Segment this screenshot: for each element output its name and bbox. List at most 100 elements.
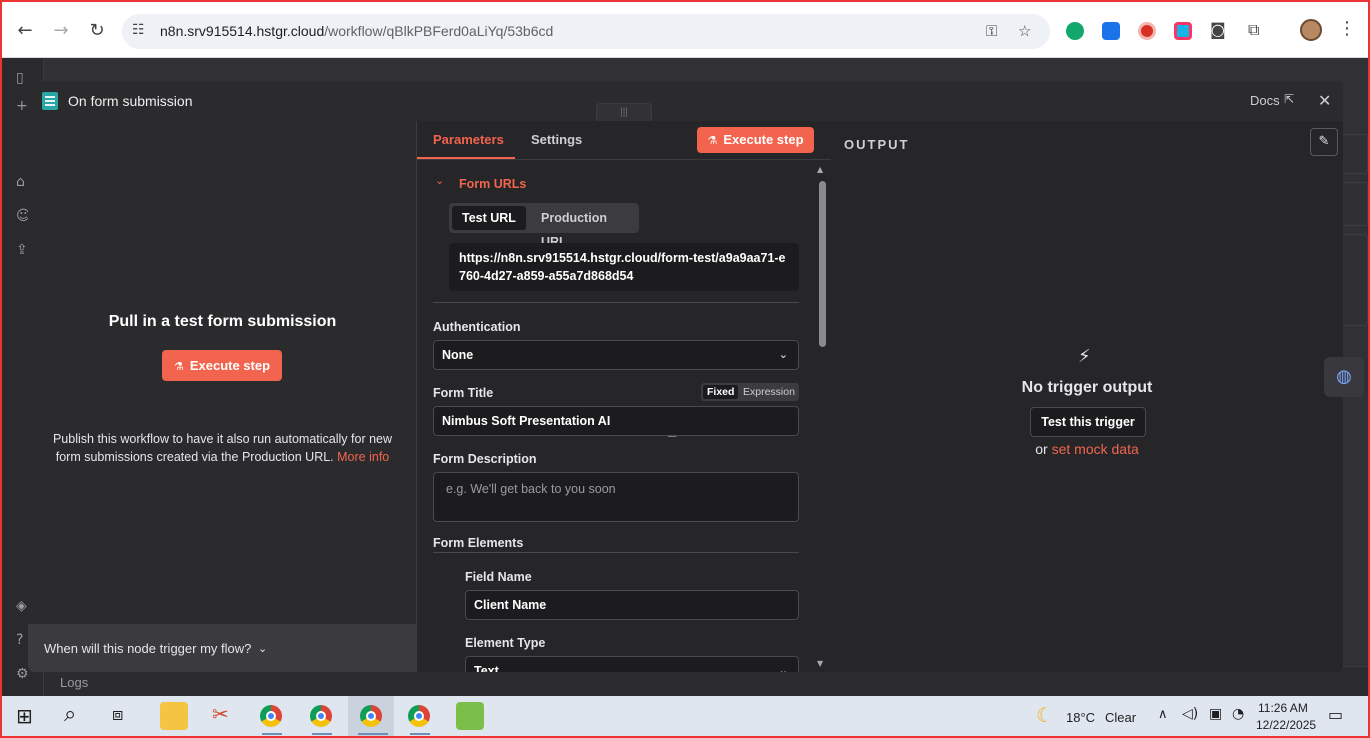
chrome-icon[interactable] — [408, 705, 430, 727]
set-mock-data-link[interactable]: set mock data — [1052, 441, 1139, 457]
extension-capture-icon[interactable] — [1174, 22, 1192, 40]
add-icon[interactable]: + — [16, 98, 28, 114]
network-icon[interactable]: ◔ — [1232, 706, 1244, 722]
app-icon[interactable]: ✂ — [212, 702, 229, 726]
drag-handle[interactable]: ||| — [596, 103, 652, 123]
browser-toolbar: ← → ↻ ☷ n8n.srv915514.hstgr.cloud/workfl… — [2, 2, 1368, 58]
file-explorer-icon[interactable] — [160, 702, 188, 730]
reload-icon[interactable]: ↻ — [86, 20, 108, 42]
templates-icon[interactable]: ◈ — [16, 598, 27, 614]
browser-menu-icon[interactable]: ⋮ — [1338, 18, 1356, 39]
active-tab-indicator — [417, 157, 515, 159]
url-type-toggle: Test URL Production URL — [449, 203, 639, 249]
test-trigger-button[interactable]: Test this trigger — [1030, 407, 1146, 437]
speaker-icon[interactable]: ◁) — [1182, 706, 1198, 722]
output-panel: OUTPUT ✎ ⚡ No trigger output Test this t… — [831, 121, 1343, 672]
field-name-input[interactable]: Client Name — [465, 590, 799, 620]
mode-fixed[interactable]: Fixed — [703, 385, 739, 399]
address-bar[interactable]: ☷ n8n.srv915514.hstgr.cloud/workflow/qBl… — [122, 14, 1050, 49]
input-heading: Pull in a test form submission — [108, 313, 337, 330]
field-name-value: Client Name — [474, 598, 547, 612]
background-panel — [1340, 234, 1368, 326]
parameters-panel: Parameters Settings ⚗ Execute step ▲ ▼ ⌄ … — [417, 121, 831, 672]
forward-icon[interactable]: → — [50, 20, 72, 42]
publish-hint: Publish this workflow to have it also ru… — [40, 430, 405, 466]
form-description-label: Form Description — [433, 452, 537, 466]
running-indicator — [358, 733, 388, 735]
authentication-select[interactable]: None ⌄ — [433, 340, 799, 370]
chrome-icon[interactable] — [260, 705, 282, 727]
chevron-down-icon[interactable]: ⌄ — [435, 174, 444, 187]
execute-step-button[interactable]: ⚗ Execute step — [162, 350, 282, 381]
input-panel: Pull in a test form submission ⚗ Execute … — [28, 121, 417, 672]
docs-link[interactable]: Docs — [1250, 93, 1280, 108]
camera-icon[interactable]: ◙ — [1210, 20, 1226, 39]
lightning-icon: ⚡ — [1078, 346, 1091, 367]
tab-settings[interactable]: Settings — [531, 132, 582, 147]
chevron-down-icon: ⌄ — [778, 664, 788, 672]
extension-settings-icon[interactable] — [1102, 22, 1120, 40]
scroll-thumb[interactable] — [819, 181, 826, 347]
notepad-icon[interactable] — [456, 702, 484, 730]
scroll-up-icon[interactable]: ▲ — [817, 165, 823, 174]
production-url-tab[interactable]: Production URL — [531, 206, 639, 249]
settings-gear-icon[interactable]: ⚙ — [16, 666, 29, 682]
task-view-icon[interactable]: ⧈ — [112, 704, 123, 725]
home-icon[interactable]: ⌂ — [16, 174, 25, 190]
pencil-icon: ✎ — [1318, 134, 1330, 149]
moon-weather-icon[interactable]: ☾ — [1036, 703, 1054, 727]
bookmark-star-icon[interactable]: ☆ — [1018, 22, 1031, 40]
mode-expression[interactable]: Expression — [743, 385, 795, 399]
node-details-modal: On form submission Docs ⇱ ✕ ||| Pull in … — [28, 81, 1343, 672]
back-icon[interactable]: ← — [14, 20, 36, 42]
chrome-icon[interactable] — [310, 705, 332, 727]
form-description-input[interactable]: e.g. We'll get back to you soon — [433, 472, 799, 522]
weather-desc[interactable]: Clear — [1105, 710, 1136, 725]
extension-record-icon[interactable] — [1138, 22, 1156, 40]
share-icon[interactable]: ⇪ — [16, 242, 28, 258]
extension-sync-icon[interactable] — [1066, 22, 1084, 40]
globe-icon[interactable]: ◍ — [1324, 357, 1364, 397]
authentication-value: None — [442, 348, 474, 362]
site-settings-icon[interactable]: ☷ — [132, 22, 145, 38]
search-icon[interactable]: ⌕ — [64, 702, 76, 727]
windows-start-icon[interactable]: ⊞ — [16, 704, 33, 728]
mock-data-line: or set mock data — [831, 441, 1343, 457]
profile-avatar[interactable] — [1300, 19, 1322, 41]
tab-parameters[interactable]: Parameters — [433, 132, 504, 147]
extensions-puzzle-icon[interactable]: ⧉ — [1248, 20, 1259, 40]
form-title-input[interactable]: Nimbus Soft Presentation AI — [433, 406, 799, 436]
sidebar-toggle-icon[interactable]: ▯ — [16, 70, 24, 86]
camera-icon[interactable]: ▣ — [1209, 706, 1222, 722]
field-name-label: Field Name — [465, 570, 532, 584]
trigger-help-toggle[interactable]: When will this node trigger my flow? ⌄ — [28, 624, 417, 672]
element-type-label: Element Type — [465, 636, 546, 650]
no-output-message: No trigger output — [1021, 379, 1153, 396]
divider — [433, 302, 799, 303]
test-url-value[interactable]: https://n8n.srv915514.hstgr.cloud/form-t… — [449, 243, 799, 291]
help-icon[interactable]: ? — [16, 632, 23, 648]
weather-temp[interactable]: 18°C — [1066, 710, 1095, 725]
modal-title[interactable]: On form submission — [68, 93, 192, 109]
form-urls-title[interactable]: Form URLs — [459, 177, 526, 191]
more-info-link[interactable]: More info — [337, 450, 389, 464]
address-url[interactable]: n8n.srv915514.hstgr.cloud/workflow/qBlkP… — [160, 23, 553, 39]
chevron-down-icon: ⌄ — [258, 642, 268, 655]
parameters-scrollbar[interactable]: ▲ ▼ — [816, 165, 828, 672]
execute-step-label: Execute step — [723, 132, 804, 147]
or-text: or — [1035, 441, 1048, 457]
close-icon[interactable]: ✕ — [1318, 91, 1331, 110]
clock-date[interactable]: 12/22/2025 — [1256, 718, 1316, 732]
notifications-icon[interactable]: ▭ — [1328, 705, 1343, 724]
chrome-icon[interactable] — [360, 705, 382, 727]
edit-output-button[interactable]: ✎ — [1310, 128, 1338, 156]
clock-time[interactable]: 11:26 AM — [1258, 701, 1308, 715]
background-panel — [1340, 182, 1368, 226]
chevron-up-icon[interactable]: ∧ — [1158, 707, 1168, 722]
key-icon[interactable]: ⚿ — [986, 22, 997, 40]
external-link-icon[interactable]: ⇱ — [1284, 92, 1294, 106]
element-type-select[interactable]: Text ⌄ — [465, 656, 799, 672]
execute-step-button-top[interactable]: ⚗ Execute step — [697, 127, 814, 153]
scroll-down-icon[interactable]: ▼ — [817, 659, 823, 668]
test-url-tab[interactable]: Test URL — [452, 206, 526, 230]
